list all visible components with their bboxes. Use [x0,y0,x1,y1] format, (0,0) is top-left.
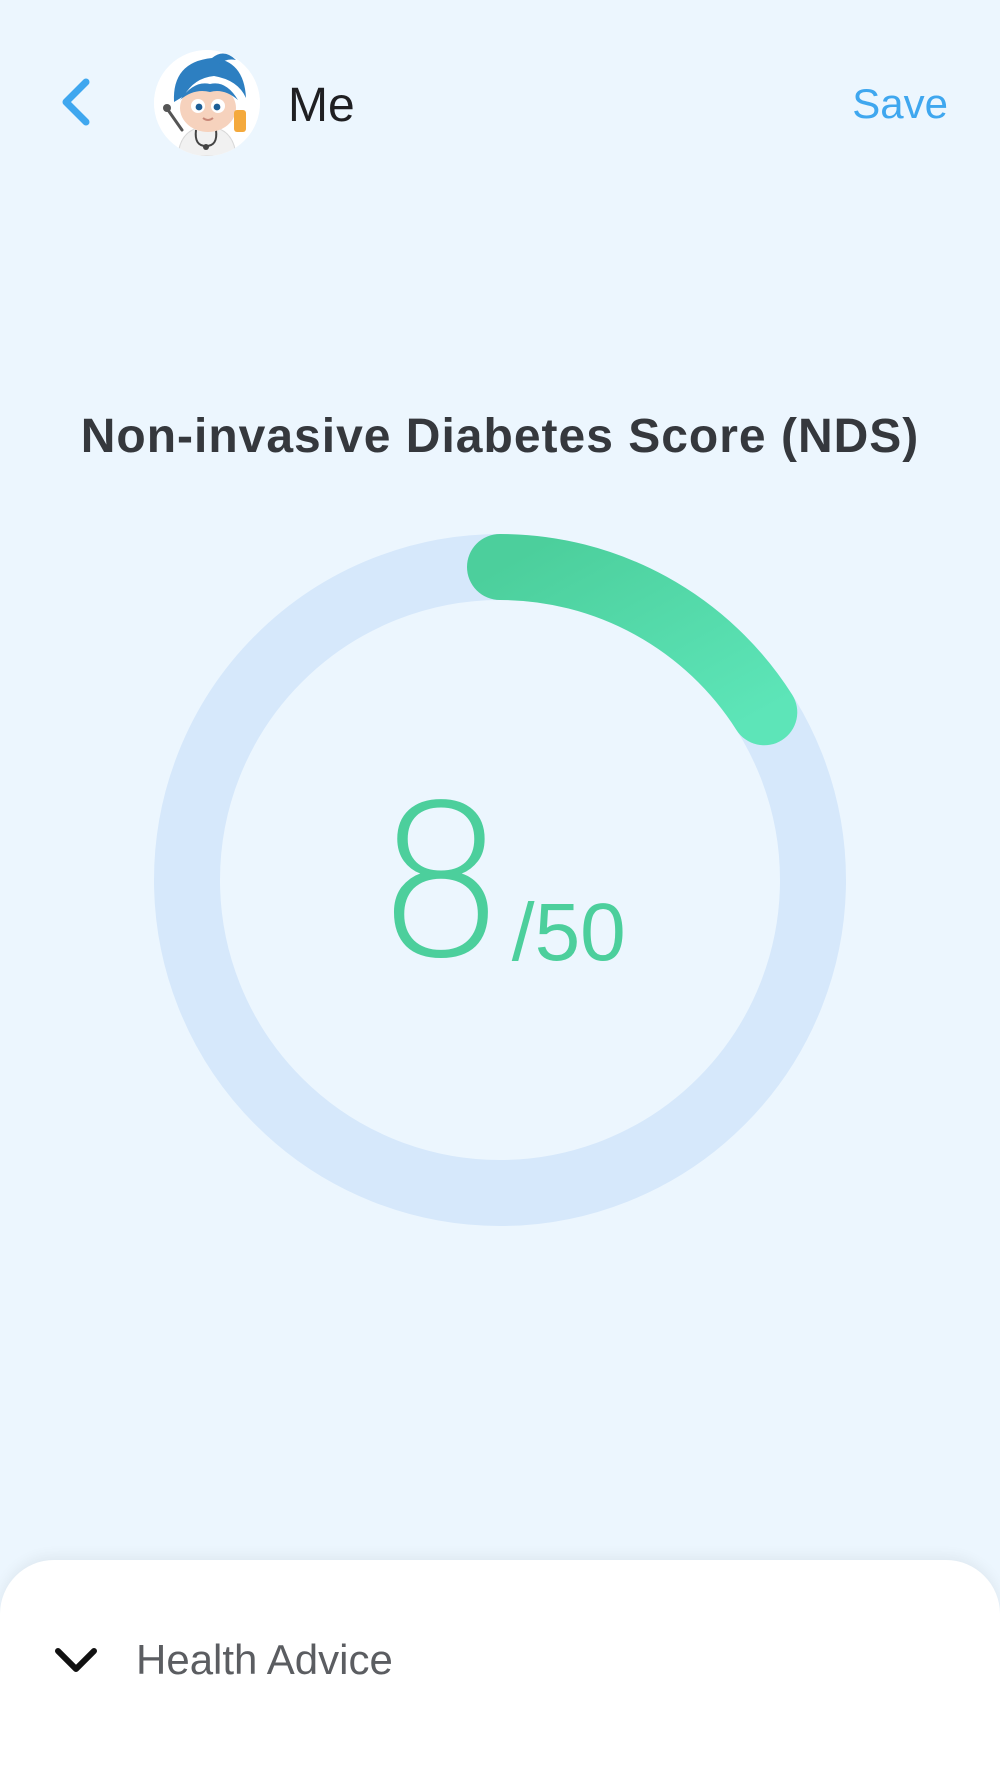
save-button[interactable]: Save [852,78,948,130]
health-advice-title[interactable]: Health Advice [136,1632,393,1688]
expand-toggle-button[interactable] [44,1630,108,1690]
health-advice-sheet: Health Advice [0,1560,1000,1778]
chevron-down-icon [55,1648,97,1672]
header: Me Save [0,0,1000,210]
profile-name: Me [288,79,355,132]
score-title: Non-invasive Diabetes Score (NDS) [80,410,920,463]
back-button[interactable] [50,72,100,132]
chevron-left-icon [62,78,90,126]
doctor-avatar-icon [154,50,260,156]
score-readout: 8 /50 [150,530,850,1230]
screen: Me Save Non-invasive Diabetes Score (NDS… [0,0,1000,1778]
score-max: /50 [511,887,626,978]
avatar[interactable] [154,50,260,156]
score-value: 8 [374,760,508,1005]
